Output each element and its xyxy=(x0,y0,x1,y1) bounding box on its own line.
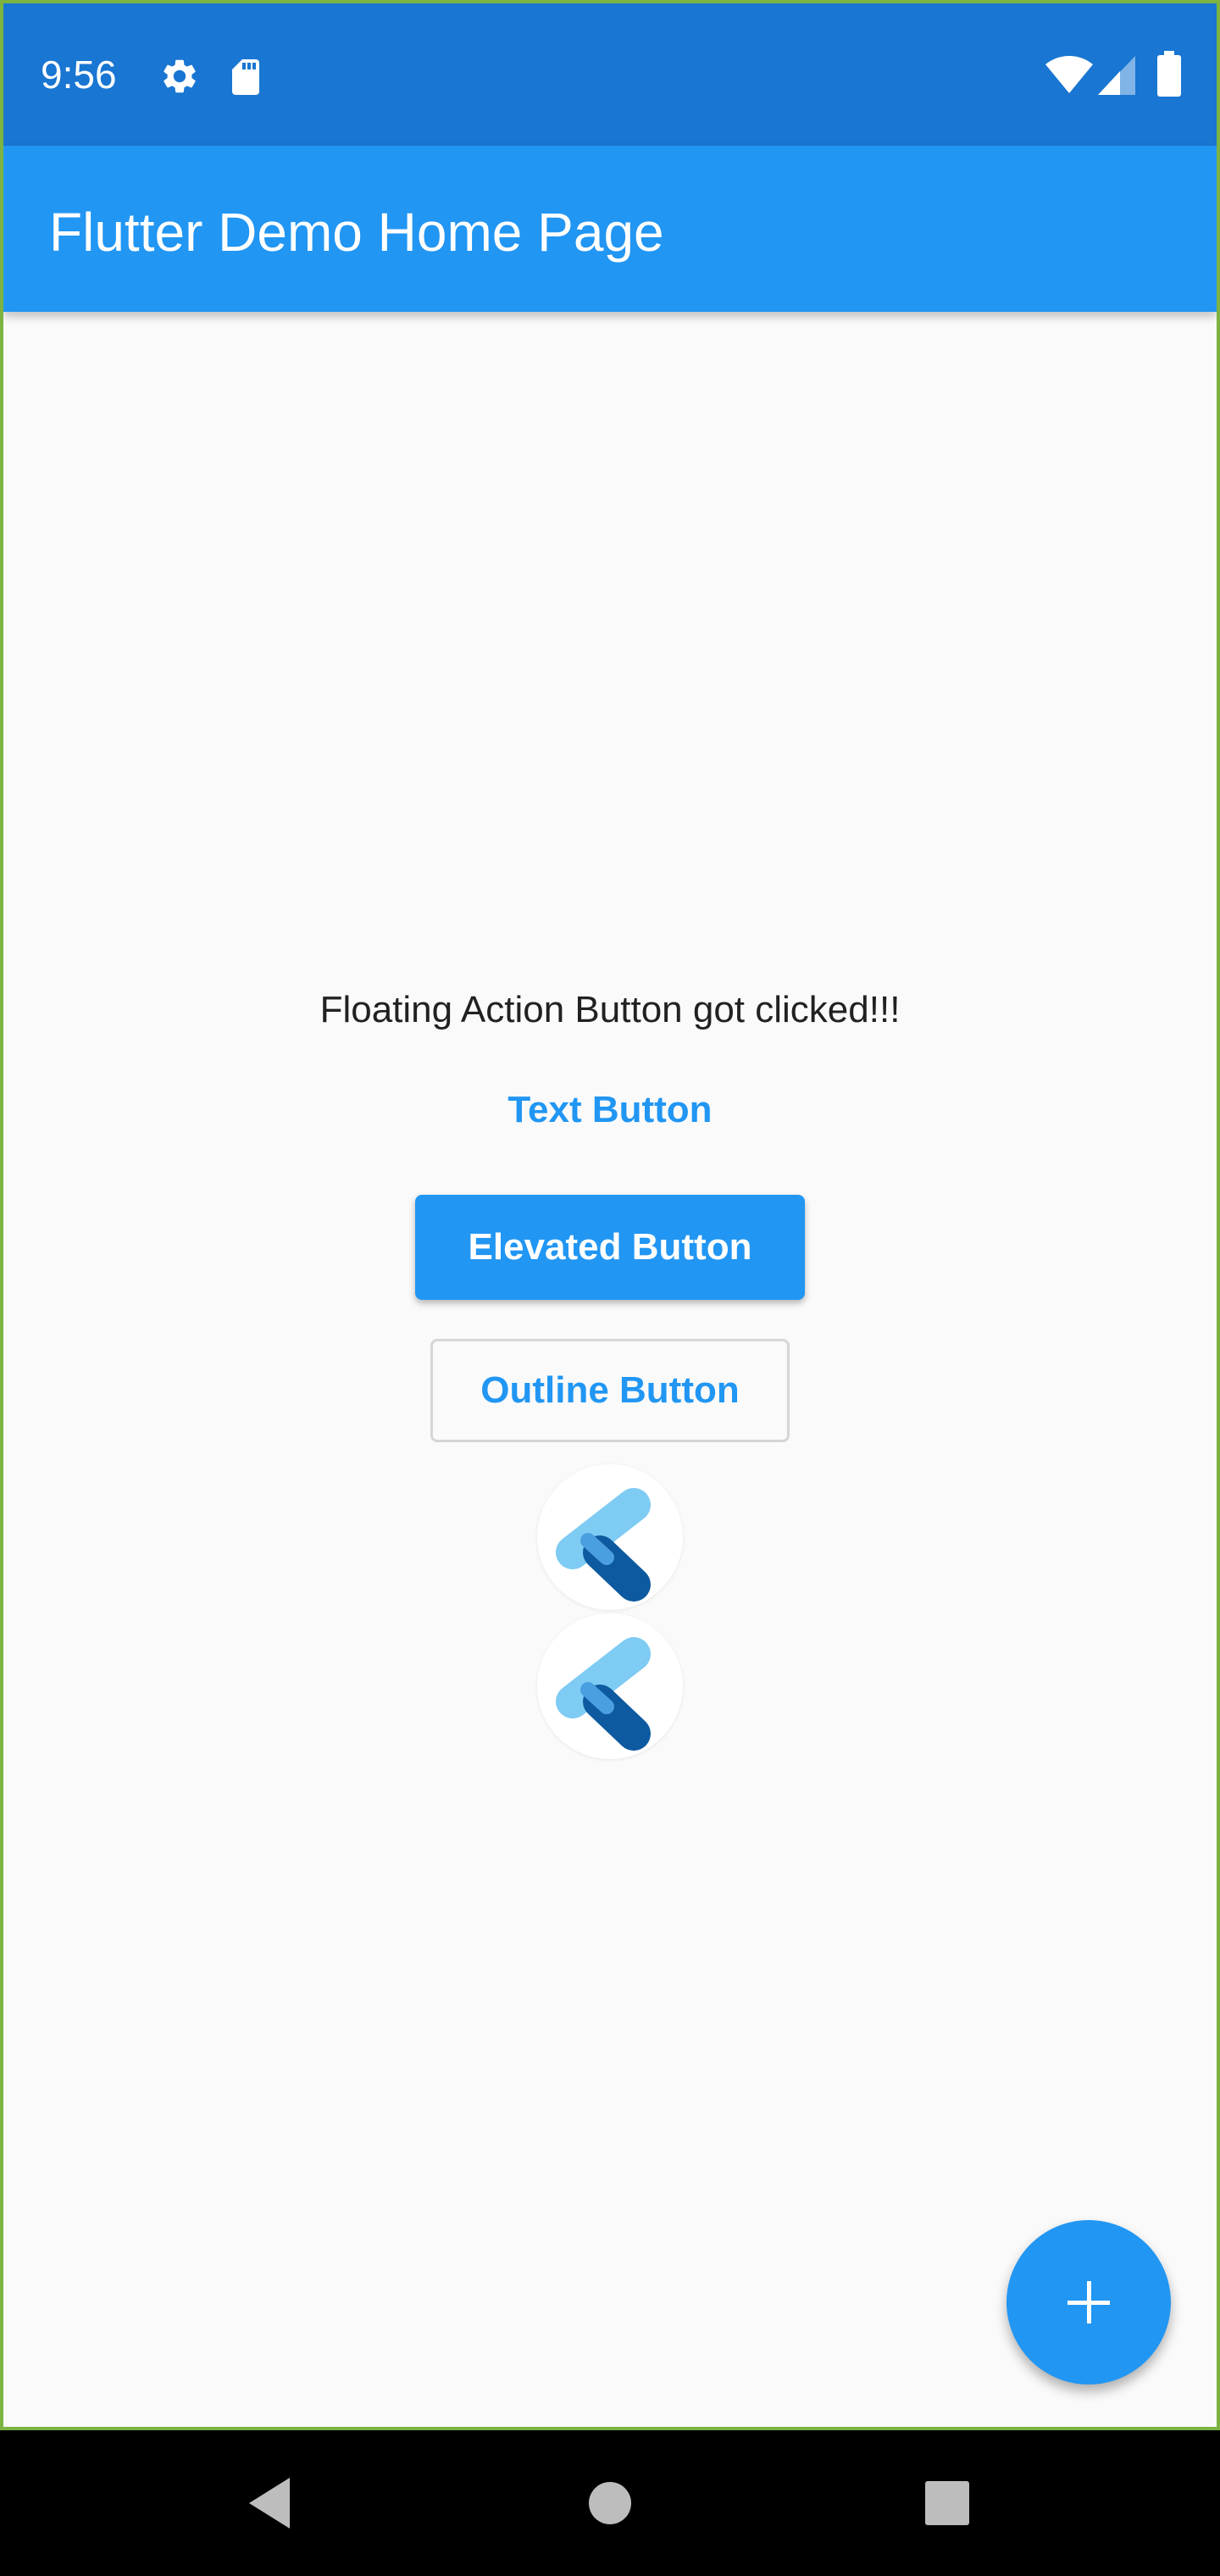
outline-button[interactable]: Outline Button xyxy=(430,1339,790,1442)
gear-icon xyxy=(164,59,196,93)
flutter-logo-avatar xyxy=(537,1613,683,1759)
flutter-logo-icon xyxy=(556,1637,651,1751)
wifi-icon xyxy=(1045,56,1093,93)
text-button[interactable]: Text Button xyxy=(441,1074,779,1146)
app-bar: Flutter Demo Home Page xyxy=(3,146,1217,312)
navigation-bar xyxy=(0,2430,1220,2576)
signal-icon xyxy=(1098,56,1135,95)
nav-home-button[interactable] xyxy=(576,2469,644,2537)
recents-icon xyxy=(925,2481,969,2525)
nav-back-button[interactable] xyxy=(237,2469,305,2537)
elevated-button[interactable]: Elevated Button xyxy=(415,1195,805,1300)
status-bar: 9:56 xyxy=(3,3,1217,146)
status-time: 9:56 xyxy=(41,53,117,97)
home-icon xyxy=(589,2482,631,2524)
flutter-logo-icon xyxy=(556,1488,651,1602)
page-title: Flutter Demo Home Page xyxy=(49,202,664,263)
sd-card-icon xyxy=(232,59,259,95)
nav-recents-button[interactable] xyxy=(913,2469,981,2537)
back-icon xyxy=(249,2478,290,2529)
floating-action-button[interactable] xyxy=(1006,2220,1171,2384)
battery-icon xyxy=(1157,51,1181,97)
app-window: 9:56 Flutter Demo Home Page Floating Act… xyxy=(3,3,1217,2427)
flutter-logo-avatar xyxy=(537,1464,683,1610)
plus-icon xyxy=(1068,2281,1110,2323)
status-message: Floating Action Button got clicked!!! xyxy=(319,989,901,1030)
